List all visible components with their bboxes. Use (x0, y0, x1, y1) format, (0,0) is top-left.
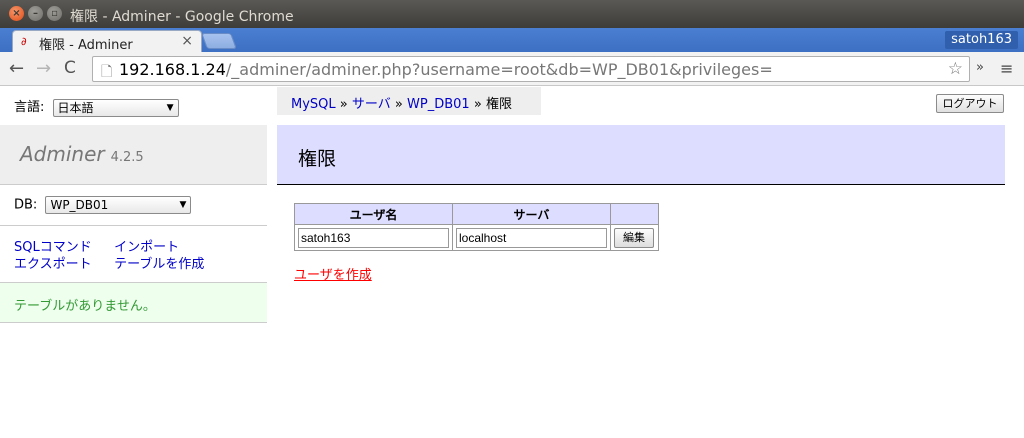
column-header-server: サーバ (452, 203, 611, 225)
page-header: 権限 (277, 125, 1005, 185)
url-path: /_adminer/adminer.php?username=root&db=W… (225, 60, 773, 79)
chrome-menu-icon[interactable]: ≡ (1000, 59, 1013, 78)
url-text[interactable]: 192.168.1.24/_adminer/adminer.php?userna… (119, 60, 773, 79)
new-tab-button[interactable] (201, 33, 237, 49)
language-selector: 言語: 日本語 ▼ (14, 96, 179, 117)
export-link[interactable]: エクスポート (14, 256, 110, 273)
window-title: 権限 - Adminer - Google Chrome (70, 9, 294, 25)
breadcrumb-current: 権限 (485, 97, 512, 112)
db-label: DB: (14, 197, 38, 213)
bookmark-star-icon[interactable]: ☆ (948, 59, 963, 79)
create-table-link[interactable]: テーブルを作成 (114, 256, 204, 273)
language-label: 言語: (14, 100, 45, 115)
user-field[interactable] (298, 227, 449, 248)
language-select-value: 日本語 (57, 100, 94, 115)
server-field[interactable] (456, 227, 607, 248)
db-select[interactable]: WP_DB01 ▼ (45, 196, 192, 214)
window-titlebar: × – ▫ 権限 - Adminer - Google Chrome (0, 0, 1024, 28)
reload-icon[interactable]: C (64, 58, 76, 78)
version-text: 4.2.5 (110, 150, 144, 165)
import-link[interactable]: インポート (114, 239, 179, 256)
breadcrumb-mysql[interactable]: MySQL (291, 97, 336, 112)
create-user-link[interactable]: ユーザを作成 (294, 264, 372, 283)
page-title: 権限 (298, 148, 337, 170)
window-minimize-button[interactable]: – (28, 6, 43, 21)
adminer-logo[interactable]: Adminer 4.2.5 (20, 142, 144, 166)
user-cell (294, 224, 453, 251)
divider (0, 225, 267, 226)
tab-active[interactable]: ∂ 権限 - Adminer × (12, 30, 202, 53)
logout-button[interactable]: ログアウト (936, 94, 1004, 113)
window-close-button[interactable]: × (9, 6, 24, 21)
page-icon: 🗋 (101, 64, 113, 80)
forward-arrow-icon[interactable]: → (36, 58, 51, 79)
tab-strip: ∂ 権限 - Adminer × satoh163 (0, 28, 1024, 53)
tab-title: 権限 - Adminer (39, 38, 133, 53)
table-row: 編集 (294, 224, 659, 251)
breadcrumb-separator: » (473, 97, 482, 112)
breadcrumb-separator: » (394, 97, 403, 112)
sidebar-links: SQLコマンド インポート エクスポート テーブルを作成 (14, 239, 204, 273)
privileges-table: ユーザ名 サーバ 編集 (294, 203, 659, 251)
breadcrumb-separator: » (339, 97, 348, 112)
divider (0, 184, 267, 185)
logo-text: Adminer (20, 142, 105, 166)
db-selector: DB: WP_DB01 ▼ (14, 196, 192, 214)
adminer-favicon-icon: ∂ (21, 35, 27, 48)
address-bar[interactable]: 🗋 192.168.1.24/_adminer/adminer.php?user… (92, 56, 970, 82)
window-maximize-button[interactable]: ▫ (47, 6, 62, 21)
language-select[interactable]: 日本語 ▼ (52, 98, 179, 117)
action-cell: 編集 (610, 224, 659, 251)
page-content: 言語: 日本語 ▼ MySQL » サーバ » WP_DB01 » 権限 ログア… (0, 87, 1024, 438)
breadcrumb: MySQL » サーバ » WP_DB01 » 権限 (277, 87, 541, 115)
chevron-down-icon: ▼ (179, 200, 187, 210)
breadcrumb-db[interactable]: WP_DB01 (407, 97, 470, 112)
chevron-down-icon: ▼ (166, 102, 174, 113)
no-tables-message: テーブルがありません。 (0, 282, 267, 323)
column-header-user: ユーザ名 (294, 203, 453, 225)
tab-close-icon[interactable]: × (181, 33, 193, 49)
profile-button[interactable]: satoh163 (945, 31, 1018, 49)
db-select-value: WP_DB01 (50, 198, 109, 212)
sql-command-link[interactable]: SQLコマンド (14, 239, 110, 256)
column-header-action (610, 203, 659, 225)
logo-bar: Adminer 4.2.5 (0, 125, 267, 185)
back-arrow-icon[interactable]: ← (9, 58, 24, 79)
edit-button[interactable]: 編集 (614, 227, 654, 248)
breadcrumb-server[interactable]: サーバ (352, 97, 391, 112)
table-header-row: ユーザ名 サーバ (294, 203, 659, 225)
url-host: 192.168.1.24 (119, 60, 226, 79)
extensions-overflow-icon[interactable]: » (976, 60, 984, 75)
browser-toolbar: ← → C 🗋 192.168.1.24/_adminer/adminer.ph… (0, 52, 1024, 86)
server-cell (452, 224, 611, 251)
